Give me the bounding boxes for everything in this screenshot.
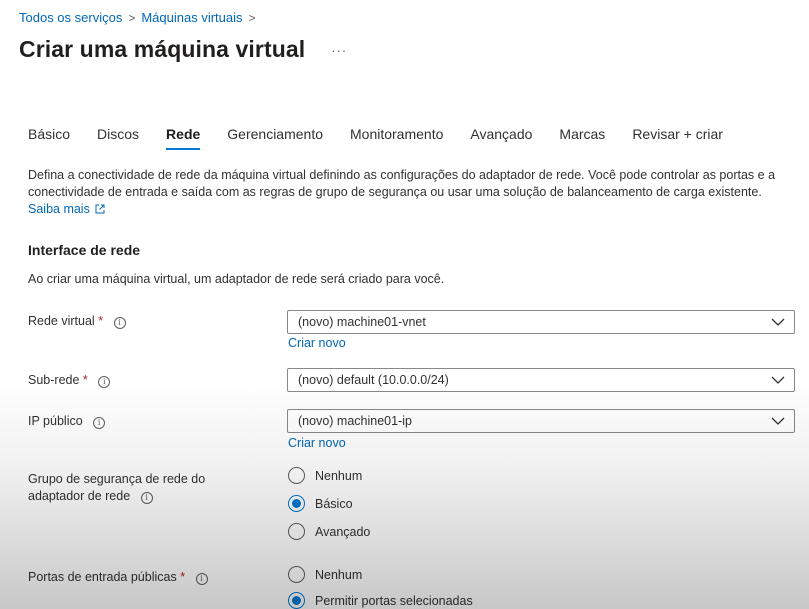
virtual-network-value: (novo) machine01-vnet bbox=[298, 315, 426, 329]
learn-more-label[interactable]: Saiba mais bbox=[28, 202, 90, 216]
nsg-label: Grupo de segurança de rede do adaptador … bbox=[28, 471, 205, 505]
nsg-option-label: Básico bbox=[315, 496, 353, 511]
tab-networking[interactable]: Rede bbox=[166, 126, 201, 150]
required-asterisk: * bbox=[98, 314, 104, 328]
learn-more-link[interactable]: Saiba mais bbox=[28, 202, 105, 216]
more-options-icon[interactable]: ··· bbox=[331, 43, 347, 58]
breadcrumb-item-all-services[interactable]: Todos os serviços bbox=[19, 10, 122, 25]
section-subtitle: Ao criar uma máquina virtual, um adaptad… bbox=[28, 272, 445, 286]
info-icon[interactable]: i bbox=[113, 317, 126, 329]
subnet-value: (novo) default (10.0.0.0/24) bbox=[298, 373, 449, 387]
public-ip-label: IP público i bbox=[28, 413, 106, 430]
breadcrumb-separator: > bbox=[248, 10, 256, 25]
virtual-network-select[interactable]: (novo) machine01-vnet bbox=[287, 310, 795, 334]
title-row: Criar uma máquina virtual ··· bbox=[19, 36, 347, 63]
public-ip-value: (novo) machine01-ip bbox=[298, 414, 412, 428]
nsg-label-line1: Grupo de segurança de rede do bbox=[28, 472, 206, 486]
radio-button-checked[interactable] bbox=[288, 495, 305, 512]
info-icon[interactable]: i bbox=[98, 376, 111, 388]
tab-monitoring[interactable]: Monitoramento bbox=[350, 126, 443, 150]
tab-advanced[interactable]: Avançado bbox=[470, 126, 532, 150]
nsg-option-label: Avançado bbox=[315, 524, 371, 539]
public-inbound-ports-label: Portas de entrada públicas * i bbox=[28, 569, 208, 586]
public-ip-select[interactable]: (novo) machine01-ip bbox=[287, 409, 795, 433]
chevron-down-icon bbox=[771, 318, 785, 326]
breadcrumb-separator: > bbox=[128, 10, 136, 25]
inbound-ports-option-none[interactable]: Nenhum bbox=[288, 566, 362, 583]
subnet-label: Sub-rede * i bbox=[28, 372, 111, 389]
bottom-shadow-overlay bbox=[0, 0, 809, 609]
info-icon[interactable]: i bbox=[140, 492, 153, 504]
subnet-select[interactable]: (novo) default (10.0.0.0/24) bbox=[287, 368, 795, 392]
external-link-icon bbox=[95, 204, 105, 214]
tab-review-create[interactable]: Revisar + criar bbox=[632, 126, 723, 150]
breadcrumb: Todos os serviços > Máquinas virtuais > bbox=[19, 10, 256, 25]
description-text: Defina a conectividade de rede da máquin… bbox=[28, 168, 776, 199]
nsg-option-advanced[interactable]: Avançado bbox=[288, 523, 370, 540]
tab-disks[interactable]: Discos bbox=[97, 126, 139, 150]
chevron-down-icon bbox=[771, 417, 785, 425]
nsg-label-line2: adaptador de rede bbox=[28, 489, 131, 503]
networking-description: Defina a conectividade de rede da máquin… bbox=[28, 167, 788, 218]
page-title: Criar uma máquina virtual bbox=[19, 36, 306, 62]
public-inbound-ports-label-text: Portas de entrada públicas bbox=[28, 570, 177, 584]
inbound-ports-option-label: Permitir portas selecionadas bbox=[315, 593, 473, 608]
info-icon[interactable]: i bbox=[93, 417, 106, 429]
nsg-option-label: Nenhum bbox=[315, 468, 363, 483]
virtual-network-label: Rede virtual * i bbox=[28, 313, 126, 330]
inbound-ports-option-label: Nenhum bbox=[315, 567, 363, 582]
chevron-down-icon bbox=[771, 376, 785, 384]
tab-bar: Básico Discos Rede Gerenciamento Monitor… bbox=[28, 126, 750, 150]
required-asterisk: * bbox=[82, 373, 88, 387]
virtual-network-label-text: Rede virtual bbox=[28, 314, 95, 328]
virtual-network-create-new-link[interactable]: Criar novo bbox=[288, 336, 346, 350]
nsg-option-basic[interactable]: Básico bbox=[288, 495, 353, 512]
tab-basics[interactable]: Básico bbox=[28, 126, 70, 150]
radio-button-checked[interactable] bbox=[288, 592, 305, 609]
radio-button[interactable] bbox=[288, 467, 305, 484]
breadcrumb-item-virtual-machines[interactable]: Máquinas virtuais bbox=[141, 10, 242, 25]
subnet-label-text: Sub-rede bbox=[28, 373, 80, 387]
public-ip-label-text: IP público bbox=[28, 414, 83, 428]
inbound-ports-option-allow-selected[interactable]: Permitir portas selecionadas bbox=[288, 592, 473, 609]
tab-tags[interactable]: Marcas bbox=[559, 126, 605, 150]
info-icon[interactable]: i bbox=[195, 573, 208, 585]
tab-management[interactable]: Gerenciamento bbox=[227, 126, 323, 150]
required-asterisk: * bbox=[180, 570, 186, 584]
public-ip-create-new-link[interactable]: Criar novo bbox=[288, 436, 346, 450]
radio-button[interactable] bbox=[288, 566, 305, 583]
radio-button[interactable] bbox=[288, 523, 305, 540]
section-title: Interface de rede bbox=[28, 242, 141, 258]
nsg-option-none[interactable]: Nenhum bbox=[288, 467, 362, 484]
